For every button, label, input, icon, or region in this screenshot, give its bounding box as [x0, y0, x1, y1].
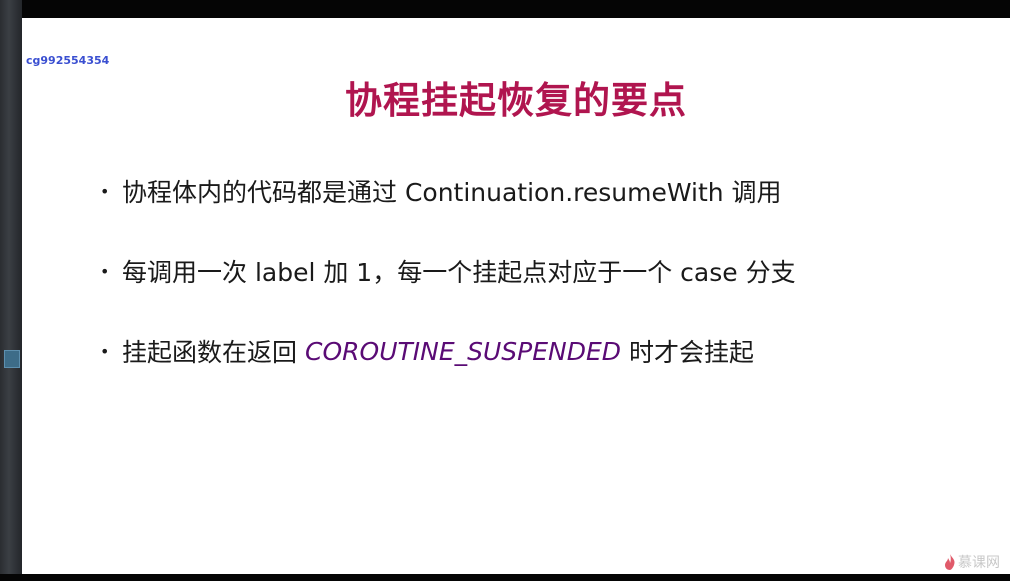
bullet-text: 每调用一次 label 加 1，每一个挂起点对应于一个 case 分支	[122, 258, 796, 287]
brand-logo: 慕课网	[944, 552, 1000, 572]
edge-marker	[4, 350, 20, 368]
brand-name: 慕课网	[958, 555, 1000, 571]
bullet-dot-icon: •	[100, 181, 110, 201]
bullet-item: • 每调用一次 label 加 1，每一个挂起点对应于一个 case 分支	[100, 252, 796, 290]
slide-title: 协程挂起恢复的要点	[345, 79, 687, 122]
bottom-black-bar	[0, 574, 1010, 581]
bullet-dot-icon: •	[100, 261, 110, 281]
bullet-text-after: 时才会挂起	[629, 338, 755, 367]
bullet-item: • 协程体内的代码都是通过 Continuation.resumeWith 调用	[100, 172, 796, 210]
left-window-edge	[0, 0, 22, 581]
bullet-list: • 协程体内的代码都是通过 Continuation.resumeWith 调用…	[100, 172, 796, 412]
bullet-dot-icon: •	[100, 341, 110, 361]
top-black-bar	[0, 0, 1010, 18]
bullet-code-constant: COROUTINE_SUSPENDED	[305, 336, 622, 366]
user-watermark: cg992554354	[26, 54, 110, 67]
presentation-slide: cg992554354 协程挂起恢复的要点 • 协程体内的代码都是通过 Cont…	[22, 18, 1010, 574]
bullet-text: 协程体内的代码都是通过 Continuation.resumeWith 调用	[122, 178, 782, 207]
bullet-item: • 挂起函数在返回 COROUTINE_SUSPENDED 时才会挂起	[100, 332, 796, 370]
flame-icon	[945, 554, 955, 570]
bullet-text: 挂起函数在返回	[122, 338, 298, 367]
